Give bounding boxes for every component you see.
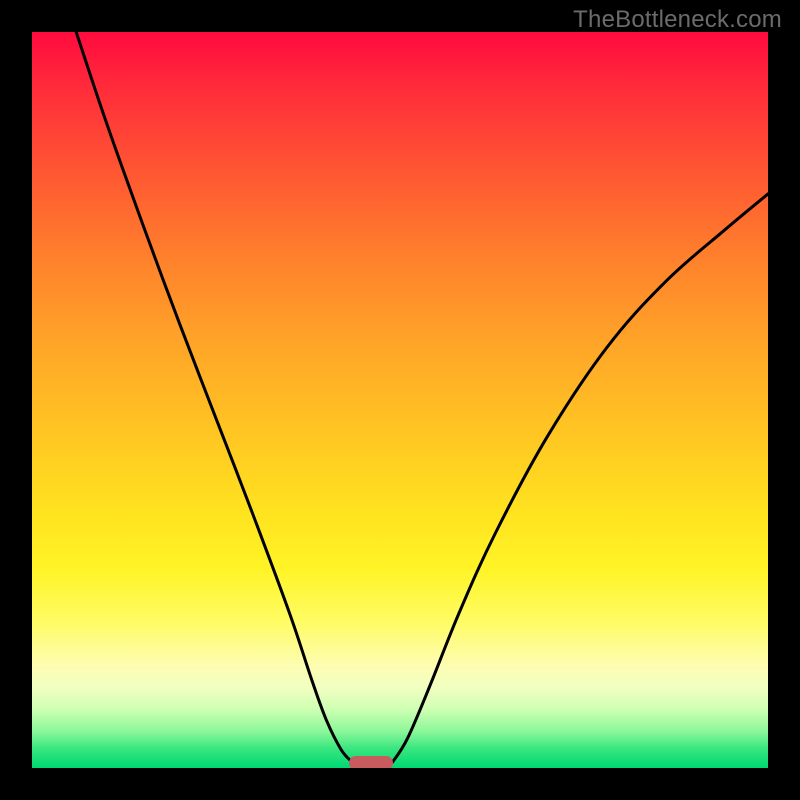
curves-layer <box>32 32 768 768</box>
left-curve <box>76 32 352 762</box>
optimal-point-marker <box>349 756 393 768</box>
plot-area <box>32 32 768 768</box>
right-curve <box>393 194 768 762</box>
watermark-text: TheBottleneck.com <box>573 6 782 34</box>
chart-frame: TheBottleneck.com <box>0 0 800 800</box>
